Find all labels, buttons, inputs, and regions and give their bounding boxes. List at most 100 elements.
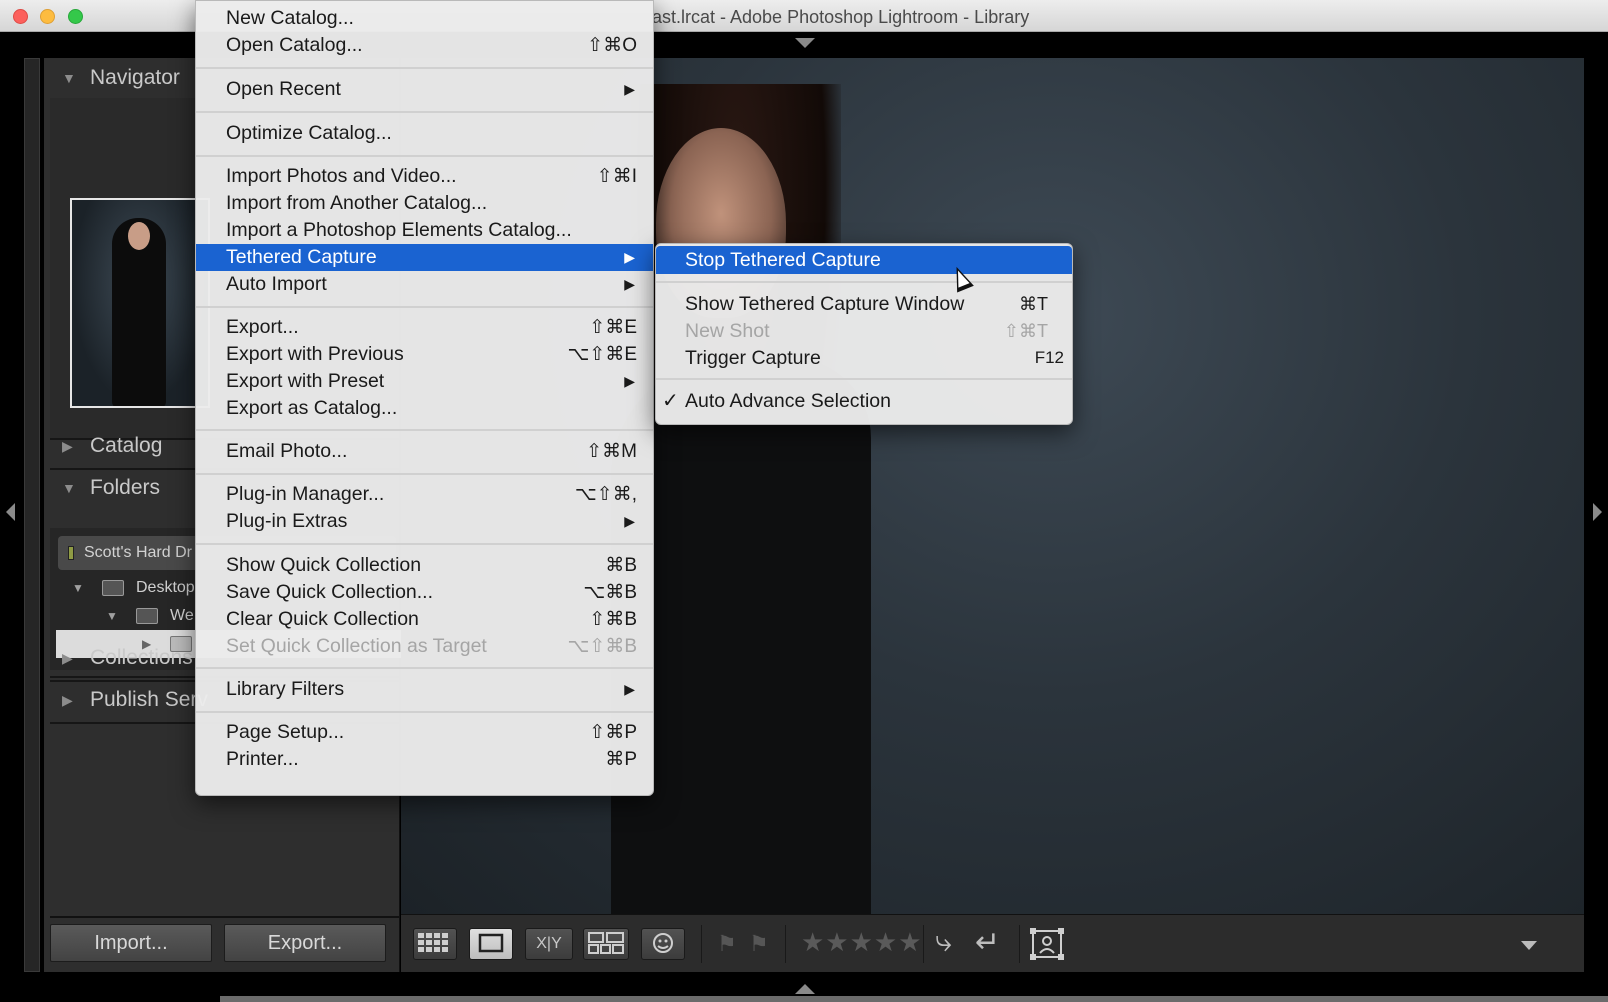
navigator-label: Navigator (90, 66, 180, 89)
export-button[interactable]: Export... (224, 924, 386, 962)
toolbar-separator (701, 925, 702, 963)
volume-label: Scott's Hard Dr (84, 544, 192, 561)
star-rating[interactable]: ★★★★★ (801, 927, 923, 958)
toolbar-separator (1019, 925, 1020, 963)
menu-separator (196, 111, 653, 113)
import-button[interactable]: Import... (50, 924, 212, 962)
menu-item-import-from-catalog[interactable]: Import from Another Catalog... (196, 190, 653, 217)
menu-separator (656, 378, 1072, 380)
tethered-capture-submenu: Stop Tethered Capture Show Tethered Capt… (655, 243, 1073, 425)
menu-item-optimize-catalog[interactable]: Optimize Catalog... (196, 120, 653, 147)
filmstrip-edge (220, 996, 1608, 1002)
menu-separator (196, 155, 653, 157)
survey-view-button[interactable] (583, 928, 629, 960)
collapsed-triangle-icon: ▶ (62, 650, 73, 666)
menu-item-page-setup[interactable]: Page Setup... ⇧⌘P (196, 719, 653, 746)
menu-separator (196, 667, 653, 669)
submenu-arrow-icon: ▶ (624, 249, 635, 265)
checkmark-icon: ✓ (662, 390, 679, 412)
filmstrip-toggle-icon[interactable] (795, 984, 815, 994)
crop-tool-button[interactable] (1027, 927, 1067, 966)
menu-separator (196, 429, 653, 431)
menu-item-open-recent[interactable]: Open Recent ▶ (196, 76, 653, 103)
people-view-button[interactable] (641, 928, 685, 960)
panel-bottom-divider (50, 916, 400, 918)
menu-item-save-quick-collection[interactable]: Save Quick Collection... ⌥⌘B (196, 579, 653, 606)
menu-item-set-quick-collection-target: Set Quick Collection as Target ⌥⇧⌘B (226, 635, 637, 657)
submenu-arrow-icon: ▶ (624, 513, 635, 529)
left-edge-strip (24, 58, 40, 972)
right-panel-toggle-icon[interactable] (1593, 503, 1602, 521)
top-panel-toggle-icon[interactable] (795, 38, 815, 48)
menu-item-email-photo[interactable]: Email Photo... ⇧⌘M (196, 438, 653, 465)
submenu-item-auto-advance-selection[interactable]: ✓ Auto Advance Selection (656, 387, 1072, 415)
volume-status-icon (68, 546, 74, 560)
face-icon (653, 933, 673, 953)
catalog-label: Catalog (90, 434, 163, 457)
navigator-thumbnail[interactable] (70, 198, 210, 408)
close-window-button[interactable] (13, 9, 28, 24)
menu-item-export[interactable]: Export... ⇧⌘E (196, 314, 653, 341)
toolbar-separator (923, 925, 924, 963)
publish-services-label: Publish Serv (90, 688, 208, 711)
submenu-item-stop-tethered-capture[interactable]: Stop Tethered Capture (656, 246, 1072, 274)
menu-separator (196, 306, 653, 308)
left-panel-toggle-icon[interactable] (6, 503, 15, 521)
menu-separator (196, 67, 653, 69)
submenu-arrow-icon: ▶ (624, 81, 635, 97)
menu-item-clear-quick-collection[interactable]: Clear Quick Collection ⇧⌘B (196, 606, 653, 633)
menu-item-plugin-extras[interactable]: Plug-in Extras ▶ (196, 508, 653, 535)
menu-item-export-with-preset[interactable]: Export with Preset ▶ (196, 368, 653, 395)
thumbnail-face (128, 222, 150, 250)
submenu-item-trigger-capture[interactable]: Trigger Capture F12 (656, 344, 1072, 372)
survey-view-icon (588, 932, 624, 954)
menu-item-new-catalog[interactable]: New Catalog... (196, 5, 653, 32)
rotate-right-icon[interactable]: ↵ (975, 925, 1000, 960)
folder-icon (102, 580, 124, 596)
menu-item-export-as-catalog[interactable]: Export as Catalog... (196, 395, 653, 422)
window-title: ast.lrcat - Adobe Photoshop Lightroom - … (652, 7, 1030, 27)
grid-view-icon (418, 933, 448, 952)
grid-view-button[interactable] (413, 928, 457, 960)
rotate-left-icon[interactable]: ⤷ (935, 925, 952, 959)
menu-item-open-catalog[interactable]: Open Catalog... ⇧⌘O (196, 32, 653, 59)
collapsed-triangle-icon: ▶ (62, 438, 73, 454)
compare-view-button[interactable]: X|Y (525, 928, 573, 960)
menu-item-auto-import[interactable]: Auto Import ▶ (196, 271, 653, 298)
expanded-triangle-icon: ▼ (62, 480, 76, 496)
folder-label: We (170, 607, 194, 624)
submenu-item-show-tethered-capture-window[interactable]: Show Tethered Capture Window ⌘T (656, 290, 1072, 318)
menu-separator (196, 473, 653, 475)
menu-separator (196, 711, 653, 713)
menu-item-plugin-manager[interactable]: Plug-in Manager... ⌥⇧⌘, (196, 481, 653, 508)
collections-label: Collections (90, 646, 193, 669)
menu-item-tethered-capture[interactable]: Tethered Capture ▶ (196, 244, 653, 271)
flag-reject-icon[interactable]: ⚑ (749, 931, 769, 957)
folder-icon (136, 608, 158, 624)
expanded-triangle-icon: ▼ (72, 581, 84, 595)
menu-item-printer[interactable]: Printer... ⌘P (196, 746, 653, 773)
expanded-triangle-icon: ▼ (62, 70, 76, 86)
menu-item-library-filters[interactable]: Library Filters ▶ (196, 676, 653, 703)
expanded-triangle-icon: ▼ (106, 609, 118, 623)
folders-label: Folders (90, 476, 161, 499)
minimize-window-button[interactable] (40, 9, 55, 24)
folder-label: Desktop (136, 579, 195, 596)
loupe-view-button[interactable] (469, 928, 513, 960)
menu-item-show-quick-collection[interactable]: Show Quick Collection ⌘B (196, 552, 653, 579)
collapsed-triangle-icon: ▶ (62, 692, 73, 708)
menu-item-import-elements-catalog[interactable]: Import a Photoshop Elements Catalog... (196, 217, 653, 244)
flag-pick-icon[interactable]: ⚑ (717, 931, 737, 957)
crop-frame-icon (1030, 928, 1064, 960)
bottom-toolbar: X|Y ⚑ ⚑ ★★★★★ ⤷ ↵ (401, 914, 1584, 972)
zoom-window-button[interactable] (68, 9, 83, 24)
menu-separator (196, 543, 653, 545)
menu-item-import-photos[interactable]: Import Photos and Video... ⇧⌘I (196, 163, 653, 190)
submenu-arrow-icon: ▶ (624, 373, 635, 389)
submenu-arrow-icon: ▶ (624, 681, 635, 697)
file-menu: New Catalog... Open Catalog... ⇧⌘O Open R… (195, 0, 654, 796)
toolbar-options-chevron-icon[interactable] (1521, 941, 1537, 950)
menu-item-export-with-previous[interactable]: Export with Previous ⌥⇧⌘E (196, 341, 653, 368)
loupe-view-icon (478, 933, 504, 953)
toolbar-separator (785, 925, 786, 963)
